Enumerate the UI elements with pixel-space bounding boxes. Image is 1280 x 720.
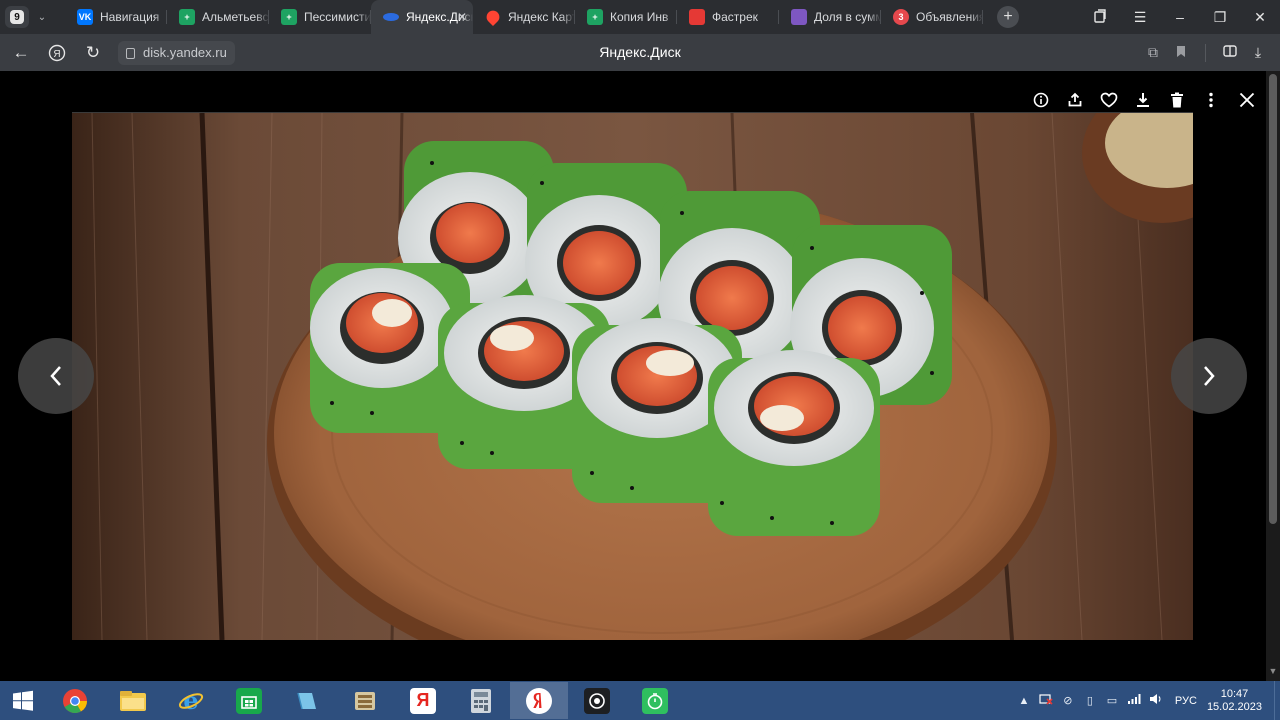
tab-yandex-disk[interactable]: Яндекс.Диск ✕ [371,0,473,34]
back-arrow-icon[interactable]: ← [6,38,36,68]
chevron-down-icon[interactable]: ⌄ [31,6,53,28]
tab-sheets[interactable]: + Копия Инв [575,0,677,34]
restore-icon[interactable]: ❐ [1200,9,1240,26]
tab-vk[interactable]: VK Навигация [65,0,167,34]
avito-badge-icon: 3 [893,9,909,25]
close-window-icon[interactable]: ✕ [1240,9,1280,26]
sheets-icon: + [179,9,195,25]
tab-title: Объявления [916,10,983,24]
tab-avito-badge[interactable]: 3 Объявления [881,0,983,34]
minimize-icon[interactable]: – [1160,9,1200,25]
tab-close-icon[interactable]: ✕ [457,10,467,24]
sheets-icon: + [587,9,603,25]
timer-app-icon[interactable] [626,682,684,719]
tab-title: Альметьевск [202,10,269,24]
calculator-icon[interactable] [452,682,510,719]
tab-counter-button[interactable]: 9 [5,6,29,28]
tab-title: Пессимистичный [304,10,371,24]
dots-icon [791,9,807,25]
next-image-button[interactable] [1171,338,1247,414]
volume-icon[interactable] [1145,693,1167,708]
divider [1205,43,1206,62]
viewer-toolbar [1024,86,1264,114]
camera-app-icon[interactable] [568,682,626,719]
windows-start-icon[interactable] [0,681,46,720]
share-icon[interactable] [1058,86,1092,114]
file-explorer-icon[interactable] [104,682,162,719]
sheets-icon: + [281,9,297,25]
system-tray: ▲ ⊘ ▯ ▭ РУС 10:47 15.02.2023 [1013,681,1280,720]
reload-icon[interactable]: ↻ [78,38,108,68]
translate-icon[interactable]: ⧉ [1139,44,1167,61]
tab-maps[interactable]: Яндекс Карты [473,0,575,34]
fastrack-icon [689,9,705,25]
tab-title: Фастрек [712,10,758,24]
url-text: disk.yandex.ru [143,45,227,60]
close-icon[interactable] [1230,86,1264,114]
downloads-icon[interactable]: ⤓ [1244,44,1272,61]
more-icon[interactable] [1194,86,1228,114]
tab-collection-icon[interactable] [1080,8,1120,26]
trash-icon[interactable] [1160,86,1194,114]
clock-date: 15.02.2023 [1206,700,1262,713]
usb-device-icon[interactable]: ▯ [1079,694,1101,707]
chrome-icon[interactable] [46,682,104,719]
svg-text:e: e [183,688,198,714]
tab-count: 9 [10,10,24,24]
new-tab-button[interactable]: + [997,6,1019,28]
tab-title: Доля в сумме [814,10,881,24]
network-warning-icon[interactable] [1035,693,1057,708]
archiver-icon[interactable] [336,682,394,719]
previous-image-button[interactable] [18,338,94,414]
chevron-up-icon[interactable]: ▲ [1013,695,1035,707]
bookmark-icon[interactable] [1167,45,1195,61]
url-field[interactable]: disk.yandex.ru [118,40,235,65]
window-controls: ☰ – ❐ ✕ [1080,0,1280,34]
internet-explorer-icon[interactable]: e [162,682,220,719]
clock[interactable]: 10:47 15.02.2023 [1207,688,1262,714]
yandex-app-icon[interactable]: Я [394,682,452,719]
yandex-disk-icon [383,13,399,21]
show-desktop-button[interactable] [1274,681,1280,720]
info-icon[interactable] [1024,86,1058,114]
vk-icon: VK [77,9,93,25]
tab-list: VKНавигация+Альметьевск+ПессимистичныйЯн… [65,0,983,34]
tab-title: Яндекс Карты [508,10,575,24]
tab-strip: 9 ⌄ VK Навигация + Альметьевск + Пессимистичн… [0,0,1280,34]
power-icon[interactable]: ▭ [1101,694,1123,707]
yandex-logo-icon[interactable]: Я [42,38,72,68]
scrollbar-thumb[interactable] [1269,74,1277,524]
tab-title: Копия Инв [610,10,669,24]
tab-sheets[interactable]: + Альметьевск [167,0,269,34]
onedrive-icon[interactable]: ⊘ [1057,694,1079,707]
address-bar: ← Я ↻ disk.yandex.ru Яндекс.Диск ⧉ ⤓ [0,34,1280,71]
maps-icon [483,7,503,27]
yandex-browser-icon[interactable] [510,682,568,719]
svg-text:Я: Я [53,49,60,60]
ebook-reader-icon[interactable] [278,682,336,719]
download-icon[interactable] [1126,86,1160,114]
address-bar-actions: ⧉ ⤓ [1139,34,1272,71]
tab-title: Навигация [100,10,160,24]
lock-icon [126,48,135,59]
clock-time: 10:47 [1220,687,1249,700]
taskbar: e Я ▲ ⊘ ▯ ▭ РУС 10:47 15.02.2023 [0,681,1280,720]
hamburger-menu-icon[interactable]: ☰ [1120,9,1160,26]
tab-sheets[interactable]: + Пессимистичный [269,0,371,34]
tab-fastrack[interactable]: Фастрек [677,0,779,34]
scroll-down-arrow-icon[interactable]: ▼ [1268,666,1278,676]
store-icon[interactable] [220,682,278,719]
photo-sushi-rolls [72,113,1193,640]
signal-icon[interactable] [1123,693,1145,708]
tab-dots[interactable]: Доля в сумме [779,0,881,34]
language-indicator[interactable]: РУС [1175,695,1197,707]
reader-icon[interactable] [1216,43,1244,62]
heart-icon[interactable] [1092,86,1126,114]
